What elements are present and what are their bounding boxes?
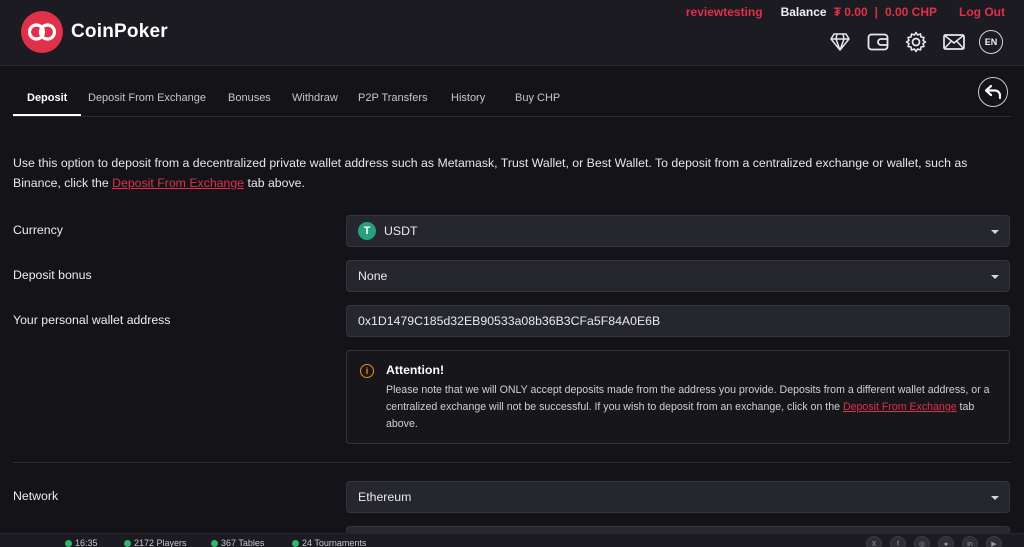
chevron-down-icon — [991, 496, 999, 500]
wallet-address-value: 0x1D1479C185d32EB90533a08b36B3CFa5F84A0E… — [358, 314, 661, 328]
brand-name: CoinPoker — [71, 21, 168, 42]
status-footer: 16:35 2172 Players 367 Tables 24 Tournam… — [0, 533, 1024, 547]
deposit-tabs: Deposit Deposit From Exchange Bonuses Wi… — [13, 80, 1011, 117]
attention-text: Please note that we will ONLY accept dep… — [386, 382, 998, 433]
tables-text: 367 Tables — [221, 538, 265, 547]
network-value: Ethereum — [358, 490, 412, 504]
balance-chp: 0.00 CHP — [884, 5, 938, 19]
instagram-icon[interactable]: ◎ — [914, 536, 930, 547]
deposit-from-exchange-link[interactable]: Deposit From Exchange — [112, 176, 244, 190]
tournaments-icon — [292, 539, 299, 547]
network-select[interactable]: Ethereum — [346, 481, 1010, 513]
balance-separator: | — [874, 5, 878, 19]
currency-value: USDT — [384, 224, 418, 238]
back-button[interactable] — [978, 77, 1008, 107]
clock-time: 16:35 — [75, 538, 98, 547]
x-social-icon[interactable]: X — [866, 536, 882, 547]
youtube-icon[interactable]: ▶ — [986, 536, 1002, 547]
language-selector[interactable]: EN — [979, 30, 1003, 54]
facebook-icon[interactable]: f — [890, 536, 906, 547]
tab-deposit[interactable]: Deposit — [27, 92, 67, 104]
deposit-intro-text: Use this option to deposit from a decent… — [13, 153, 1013, 193]
mail-icon[interactable] — [941, 29, 967, 55]
tables-icon — [211, 539, 218, 547]
chevron-down-icon — [991, 230, 999, 234]
top-header: CoinPoker reviewtesting Balance ₮ 0.00 |… — [0, 0, 1024, 66]
tab-p2p-transfers[interactable]: P2P Transfers — [358, 92, 428, 104]
section-divider — [13, 462, 1011, 463]
deposit-bonus-select[interactable]: None — [346, 260, 1010, 292]
account-bar: reviewtesting Balance ₮ 0.00 | 0.00 CHP … — [686, 5, 1005, 19]
tab-withdraw[interactable]: Withdraw — [292, 92, 338, 104]
tether-icon: T — [358, 222, 376, 240]
clock-icon — [65, 539, 72, 547]
players-count: 2172 Players — [124, 538, 187, 547]
coinpoker-logo[interactable]: CoinPoker — [21, 11, 168, 53]
active-tab-indicator — [13, 114, 81, 116]
diamond-icon[interactable] — [827, 29, 853, 55]
chevron-down-icon — [991, 275, 999, 279]
wallet-address-field[interactable]: 0x1D1479C185d32EB90533a08b36B3CFa5F84A0E… — [346, 305, 1010, 337]
currency-label: Currency — [13, 223, 63, 237]
linkedin-icon[interactable]: in — [962, 536, 978, 547]
deposit-bonus-label: Deposit bonus — [13, 268, 92, 282]
tournaments-count: 24 Tournaments — [292, 538, 366, 547]
tournaments-text: 24 Tournaments — [302, 538, 367, 547]
attention-deposit-from-exchange-link[interactable]: Deposit From Exchange — [843, 401, 957, 413]
coinpoker-logo-icon — [21, 11, 63, 53]
clock-status: 16:35 — [65, 538, 98, 547]
network-label: Network — [13, 489, 59, 503]
attention-title: Attention! — [386, 363, 445, 377]
info-icon: i — [360, 364, 374, 378]
currency-select[interactable]: T USDT — [346, 215, 1010, 247]
deposit-bonus-value: None — [358, 269, 388, 283]
intro-text-end: tab above. — [244, 176, 305, 190]
wallet-icon[interactable] — [865, 29, 891, 55]
gear-icon[interactable] — [903, 29, 929, 55]
wallet-address-label: Your personal wallet address — [13, 313, 171, 327]
tab-deposit-from-exchange[interactable]: Deposit From Exchange — [88, 92, 206, 104]
tables-count: 367 Tables — [211, 538, 264, 547]
balance-label: Balance — [780, 5, 827, 19]
tab-history[interactable]: History — [451, 92, 485, 104]
username-link[interactable]: reviewtesting — [686, 5, 763, 19]
tab-bonuses[interactable]: Bonuses — [228, 92, 271, 104]
balance-usdt: ₮ 0.00 — [833, 5, 868, 19]
players-text: 2172 Players — [134, 538, 187, 547]
players-icon — [124, 539, 131, 547]
logout-button[interactable]: Log Out — [959, 5, 1005, 19]
attention-box: i Attention! Please note that we will ON… — [346, 350, 1010, 444]
header-icons: EN — [815, 29, 1003, 55]
tab-buy-chp[interactable]: Buy CHP — [515, 92, 560, 104]
undo-icon — [985, 85, 1001, 99]
discord-icon[interactable]: ● — [938, 536, 954, 547]
